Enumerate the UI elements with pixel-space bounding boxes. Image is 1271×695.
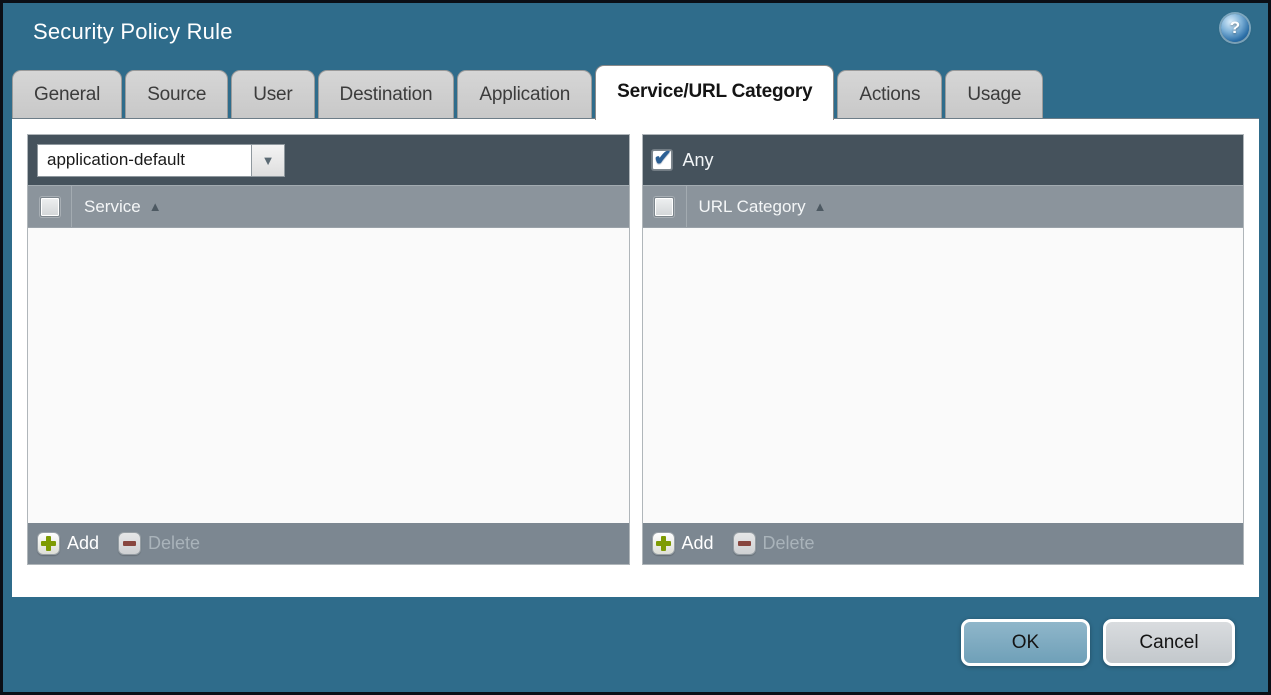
service-select-all-checkbox[interactable] — [39, 196, 60, 217]
tab-destination[interactable]: Destination — [317, 70, 455, 118]
tab-content: application-default ▼ Service ▲ Add Dele… — [12, 118, 1259, 597]
dialog-title: Security Policy Rule — [33, 19, 233, 44]
tab-actions[interactable]: Actions — [837, 70, 943, 118]
service-delete-button[interactable]: Delete — [118, 532, 200, 555]
titlebar: Security Policy Rule ? — [3, 3, 1268, 61]
help-icon: ? — [1229, 18, 1241, 37]
service-column-header-row: Service ▲ — [28, 185, 629, 228]
add-icon — [37, 532, 60, 555]
url-category-column-header-row: URL Category ▲ — [642, 185, 1243, 228]
add-button-label: Add — [67, 533, 100, 553]
service-checkcell — [28, 186, 72, 227]
service-panel-toolbar: application-default ▼ — [28, 135, 629, 185]
tab-service-url-category[interactable]: Service/URL Category — [595, 65, 835, 120]
url-category-checkcell — [643, 186, 687, 227]
service-add-button[interactable]: Add — [37, 532, 99, 555]
any-checkbox[interactable]: ✔ — [651, 145, 672, 170]
tab-general[interactable]: General — [12, 70, 123, 118]
add-button-label: Add — [681, 533, 714, 553]
url-category-panel-toolbar: ✔ Any — [642, 135, 1243, 185]
url-category-select-all-checkbox[interactable] — [654, 196, 674, 217]
url-category-delete-button[interactable]: Delete — [732, 532, 815, 555]
service-type-combobox: application-default ▼ — [37, 143, 285, 177]
url-category-add-button[interactable]: Add — [651, 532, 714, 555]
cancel-button[interactable]: Cancel — [1103, 619, 1235, 666]
sort-asc-icon: ▲ — [813, 199, 827, 214]
tab-bar: General Source User Destination Applicat… — [3, 61, 1268, 120]
service-column-header[interactable]: Service — [84, 197, 141, 217]
delete-icon — [118, 532, 142, 555]
url-category-panel-footer: Add Delete — [642, 523, 1243, 564]
url-category-list-body — [642, 228, 1243, 523]
tab-user[interactable]: User — [231, 70, 315, 118]
ok-button[interactable]: OK — [961, 619, 1090, 666]
sort-asc-icon: ▲ — [148, 199, 162, 214]
any-label: Any — [682, 149, 714, 170]
url-category-column-header[interactable]: URL Category — [699, 197, 806, 217]
check-icon: ✔ — [653, 145, 672, 170]
service-panel: application-default ▼ Service ▲ Add Dele… — [27, 134, 630, 565]
service-type-dropdown[interactable]: application-default — [37, 143, 251, 177]
service-type-dropdown-button[interactable]: ▼ — [251, 143, 285, 177]
service-panel-footer: Add Delete — [28, 523, 629, 564]
url-category-panel: ✔ Any URL Category ▲ Add Delete — [641, 134, 1244, 565]
delete-button-label: Delete — [148, 533, 201, 553]
tab-usage[interactable]: Usage — [945, 70, 1044, 118]
tab-application[interactable]: Application — [457, 70, 593, 118]
tab-source[interactable]: Source — [125, 70, 229, 118]
delete-button-label: Delete — [762, 533, 815, 553]
add-icon — [651, 532, 675, 555]
service-list-body — [28, 228, 629, 523]
delete-icon — [732, 532, 756, 555]
any-row: ✔ Any — [651, 145, 714, 171]
security-policy-rule-dialog: Security Policy Rule ? General Source Us… — [0, 0, 1271, 695]
chevron-down-icon: ▼ — [261, 152, 275, 168]
help-button[interactable]: ? — [1221, 14, 1249, 42]
